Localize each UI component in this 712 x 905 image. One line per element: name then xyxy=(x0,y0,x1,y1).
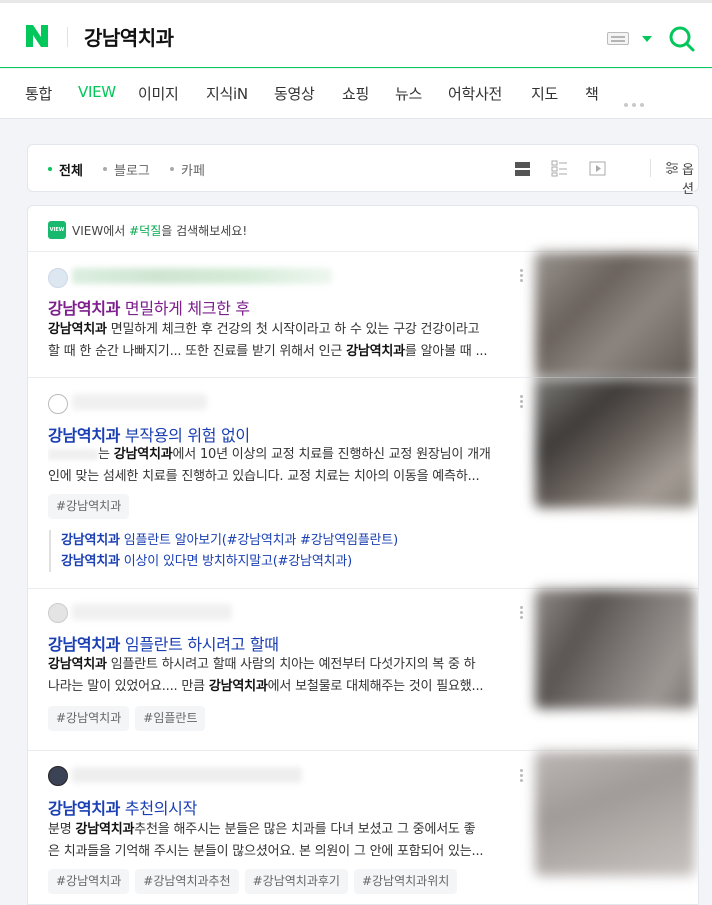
naver-logo-icon[interactable] xyxy=(24,23,50,51)
result-title[interactable]: 강남역치과 추천의시작 xyxy=(48,795,197,819)
result-title[interactable]: 강남역치과 부작용의 위험 없이 xyxy=(48,422,250,446)
result-item: 강남역치과 부작용의 위험 없이 는 강남역치과에서 10년 이상의 교정 치료… xyxy=(28,377,698,588)
result-thumbnail[interactable] xyxy=(535,378,695,508)
tab-map[interactable]: 지도 xyxy=(531,83,558,104)
hashtag[interactable]: #임플란트 xyxy=(135,706,206,731)
result-description: 는 강남역치과에서 10년 이상의 교정 치료를 진행하신 교정 원장님이 개개… xyxy=(48,447,491,484)
avatar[interactable] xyxy=(48,766,68,786)
tag-list: #강남역치과 xyxy=(48,494,135,519)
hashtag[interactable]: #강남역치과위치 xyxy=(353,869,458,894)
tab-view[interactable]: VIEW xyxy=(78,83,116,101)
hashtag[interactable]: #강남역치과 xyxy=(48,494,130,519)
filter-all[interactable]: 전체 xyxy=(59,160,83,179)
tab-images[interactable]: 이미지 xyxy=(138,83,179,104)
tab-videos[interactable]: 동영상 xyxy=(274,83,315,104)
chevron-down-icon[interactable] xyxy=(642,36,652,42)
search-input[interactable]: 강남역치과 xyxy=(84,22,174,51)
results-card: VIEW VIEW에서 #덕질을 검색해보세요! 강남역치과 면밀하게 체크한 … xyxy=(27,205,699,905)
related-link[interactable]: 강남역치과 이상이 있다면 방치하지말고(#강남역치과) xyxy=(61,551,519,572)
video-view-icon[interactable] xyxy=(589,160,606,177)
hint-tag-link[interactable]: #덕질 xyxy=(129,224,161,238)
hashtag[interactable]: #강남역치과추천 xyxy=(135,869,239,894)
search-header: 강남역치과 xyxy=(0,0,712,68)
more-menu-icon[interactable] xyxy=(520,395,523,410)
avatar[interactable] xyxy=(48,394,68,414)
result-thumbnail[interactable] xyxy=(535,589,695,709)
related-link[interactable]: 강남역치과 임플란트 알아보기(#강남역치과 #강남역임플란트) xyxy=(61,530,519,551)
dot-icon xyxy=(170,167,174,171)
search-icon[interactable] xyxy=(668,25,696,53)
tab-integrated[interactable]: 통합 xyxy=(25,83,52,104)
hashtag[interactable]: #강남역치과 xyxy=(48,706,130,731)
author-name[interactable] xyxy=(72,394,207,410)
hashtag[interactable]: #강남역치과후기 xyxy=(244,869,348,894)
hint-text: VIEW에서 #덕질을 검색해보세요! xyxy=(72,222,247,239)
thumbnail-view-icon[interactable] xyxy=(551,160,568,177)
author-name[interactable] xyxy=(72,604,232,620)
tag-list: #강남역치과 #임플란트 xyxy=(48,706,211,731)
tab-news[interactable]: 뉴스 xyxy=(395,83,422,104)
options-button[interactable]: 옵션 xyxy=(682,159,698,197)
more-menu-icon[interactable] xyxy=(520,769,523,784)
result-title[interactable]: 강남역치과 면밀하게 체크한 후 xyxy=(48,295,250,319)
logo-divider xyxy=(67,27,68,47)
dot-icon xyxy=(103,167,107,171)
result-title[interactable]: 강남역치과 임플란트 하시려고 할때 xyxy=(48,631,279,655)
result-item: 강남역치과 면밀하게 체크한 후 강남역치과 면밀하게 체크한 후 건강의 첫 … xyxy=(28,251,698,378)
result-description: 강남역치과 면밀하게 체크한 후 건강의 첫 시작이라고 하 수 있는 구강 건… xyxy=(48,322,488,359)
options-sliders-icon[interactable] xyxy=(665,160,679,175)
filter-bar: 전체 블로그 카페 옵션 xyxy=(27,144,699,197)
filter-divider xyxy=(650,159,651,177)
hint-suffix: 을 검색해보세요! xyxy=(161,224,248,238)
avatar[interactable] xyxy=(48,268,68,288)
filter-blog[interactable]: 블로그 xyxy=(114,160,150,179)
avatar[interactable] xyxy=(48,603,68,623)
result-description: 강남역치과 임플란트 하시려고 할때 사람의 치아는 예전부터 다섯가지의 복 … xyxy=(48,657,484,694)
author-name[interactable] xyxy=(72,767,302,783)
list-view-icon[interactable] xyxy=(514,160,531,177)
more-tabs-icon[interactable] xyxy=(624,92,648,111)
tab-knowledge-in[interactable]: 지식iN xyxy=(206,83,248,104)
result-item: 강남역치과 임플란트 하시려고 할때 강남역치과 임플란트 하시려고 할때 사람… xyxy=(28,588,698,750)
result-thumbnail[interactable] xyxy=(535,751,695,876)
view-badge-icon: VIEW xyxy=(48,221,66,239)
more-menu-icon[interactable] xyxy=(520,606,523,621)
related-links: 강남역치과 임플란트 알아보기(#강남역치과 #강남역임플란트) 강남역치과 이… xyxy=(49,530,519,572)
search-tabs: 통합 VIEW 이미지 지식iN 동영상 쇼핑 뉴스 어학사전 지도 책 xyxy=(0,69,712,119)
tag-list: #강남역치과 #강남역치과추천 #강남역치과후기 #강남역치과위치 xyxy=(48,869,463,894)
tab-shopping[interactable]: 쇼핑 xyxy=(342,83,369,104)
active-dot-icon xyxy=(48,167,52,171)
result-thumbnail[interactable] xyxy=(535,252,695,378)
result-description: 분명 강남역치과추천을 해주시는 분들은 많은 치과를 다녀 보셨고 그 중에서… xyxy=(48,822,484,859)
result-item: 강남역치과 추천의시작 분명 강남역치과추천을 해주시는 분들은 많은 치과를 … xyxy=(28,750,698,904)
tab-dictionary[interactable]: 어학사전 xyxy=(448,83,502,104)
tab-books[interactable]: 책 xyxy=(585,83,599,104)
more-menu-icon[interactable] xyxy=(520,269,523,284)
filter-cafe[interactable]: 카페 xyxy=(181,160,205,179)
keyboard-icon[interactable] xyxy=(607,32,629,45)
hashtag[interactable]: #강남역치과 xyxy=(48,869,130,894)
author-name[interactable] xyxy=(72,268,332,284)
hint-prefix: VIEW에서 xyxy=(72,224,130,238)
